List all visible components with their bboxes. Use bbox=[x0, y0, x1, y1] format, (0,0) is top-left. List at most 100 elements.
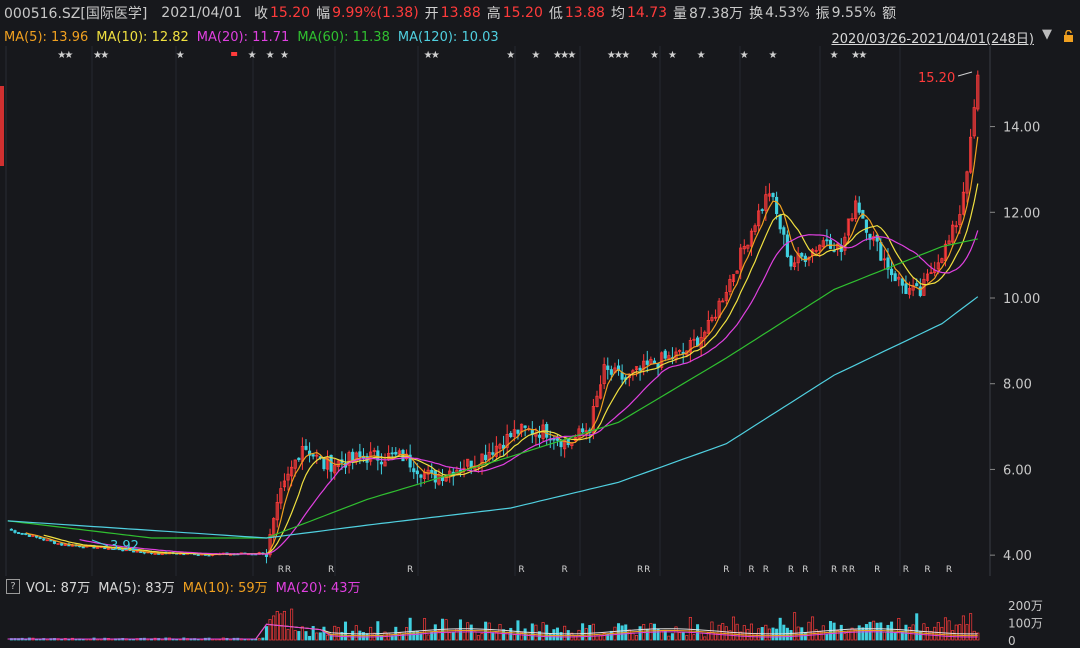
date-range-selector[interactable]: 2020/03/26-2021/04/01(248日) bbox=[831, 28, 1034, 47]
volume-bar bbox=[491, 632, 495, 641]
star-marker: ★ bbox=[280, 50, 289, 61]
volume-bar bbox=[426, 634, 430, 641]
star-marker: ★ bbox=[531, 50, 540, 61]
r-marker: R bbox=[831, 565, 837, 575]
volume-bar bbox=[685, 635, 689, 641]
r-marker: R bbox=[924, 565, 930, 575]
candle-body bbox=[890, 268, 894, 276]
volume-bar bbox=[857, 625, 861, 641]
volume-bar bbox=[444, 619, 448, 641]
candle-body bbox=[38, 537, 42, 540]
volume-bar bbox=[749, 623, 753, 641]
candle-body bbox=[358, 451, 362, 458]
candle-body bbox=[304, 445, 308, 450]
min-price-label: 3.92 bbox=[110, 539, 139, 554]
vol-ma10: MA(10): 59万 bbox=[182, 580, 268, 596]
candle-body bbox=[645, 360, 649, 365]
star-marker: ★ bbox=[506, 50, 515, 61]
volume-bar bbox=[336, 627, 340, 641]
volume-bar bbox=[731, 616, 736, 641]
avg-label: 均 bbox=[610, 6, 625, 22]
high-value: 15.20 bbox=[502, 5, 543, 21]
r-marker: R bbox=[748, 565, 754, 575]
volume-bar bbox=[408, 617, 412, 641]
volume-bar bbox=[343, 621, 348, 641]
candle-body bbox=[60, 543, 64, 546]
ma5-line bbox=[25, 136, 979, 556]
volume-bar bbox=[308, 635, 312, 641]
volume-bar bbox=[257, 638, 261, 641]
candle-body bbox=[430, 469, 434, 474]
candle-body bbox=[879, 242, 883, 261]
volume-bar bbox=[469, 624, 473, 641]
candle-body bbox=[904, 283, 908, 294]
r-marker: R bbox=[874, 565, 880, 575]
volume-bar bbox=[279, 613, 283, 641]
close-value: 15.20 bbox=[270, 5, 311, 21]
price-tick-label: 8.00 bbox=[1003, 378, 1032, 393]
volume-bar bbox=[882, 631, 886, 641]
ma10-legend: MA(10): 12.82 bbox=[96, 29, 189, 45]
volume-bar bbox=[326, 634, 330, 641]
candle-body bbox=[864, 219, 868, 233]
candle-body bbox=[379, 461, 383, 465]
candle-body bbox=[581, 428, 585, 433]
r-marker: R bbox=[842, 565, 848, 575]
low-label: 低 bbox=[548, 6, 563, 22]
volume-bar bbox=[670, 633, 674, 641]
star-marker: ★ bbox=[858, 50, 867, 61]
candle-body bbox=[491, 452, 495, 455]
turnover-value: 4.53% bbox=[765, 5, 810, 21]
volume-bar bbox=[904, 624, 908, 641]
volume-bar bbox=[588, 625, 592, 641]
volume-tick-label: 100万 bbox=[1008, 617, 1043, 631]
volume-bar bbox=[735, 623, 739, 641]
volume-bar bbox=[767, 628, 771, 641]
candle-body bbox=[778, 214, 782, 230]
candle-body bbox=[9, 528, 13, 531]
volume-bar bbox=[458, 619, 462, 641]
volume-value: 87.38万 bbox=[689, 6, 744, 22]
open-value: 13.88 bbox=[440, 5, 481, 21]
price-tick-label: 12.00 bbox=[1003, 206, 1040, 221]
volume-bar bbox=[688, 617, 692, 641]
r-marker: R bbox=[723, 565, 729, 575]
volume-bar bbox=[315, 632, 319, 641]
candle-body bbox=[42, 538, 46, 541]
volume-bar bbox=[451, 632, 455, 641]
volume-bar bbox=[703, 636, 707, 641]
ma60-legend: MA(60): 11.38 bbox=[297, 29, 390, 45]
candle-body bbox=[555, 438, 560, 441]
close-label: 收 bbox=[254, 6, 268, 22]
volume-bars bbox=[7, 608, 980, 641]
candle-body bbox=[900, 278, 904, 286]
help-icon[interactable]: ? bbox=[6, 578, 20, 594]
ma5-legend: MA(5): 13.96 bbox=[4, 29, 89, 45]
volume-bar bbox=[854, 629, 858, 641]
volume-bar bbox=[631, 632, 635, 641]
volume-bar bbox=[775, 628, 779, 641]
chevron-down-icon[interactable]: ▼ bbox=[1042, 27, 1052, 42]
volume-bar bbox=[782, 624, 786, 641]
volume-bar bbox=[591, 623, 595, 641]
volume-bar bbox=[290, 608, 294, 641]
volume-bar bbox=[512, 634, 516, 641]
volume-bar bbox=[678, 632, 682, 641]
change-label: 幅 bbox=[316, 6, 331, 22]
volume-chart: 200万 100万 0 bbox=[7, 599, 1043, 648]
r-marker: R bbox=[763, 565, 769, 575]
volume-bar bbox=[293, 630, 297, 641]
volume-bar bbox=[785, 627, 789, 641]
volume-bar bbox=[354, 625, 358, 641]
volume-bar bbox=[394, 626, 398, 641]
candle-body bbox=[139, 551, 143, 553]
volume-bar bbox=[300, 626, 304, 641]
r-marker: R bbox=[407, 565, 413, 575]
candle-body bbox=[419, 474, 423, 478]
candle-body bbox=[785, 234, 789, 257]
moving-averages bbox=[7, 136, 979, 556]
turnover-label: 换 bbox=[749, 6, 764, 22]
lock-icon[interactable] bbox=[1063, 30, 1074, 42]
red-flag-marker bbox=[231, 52, 238, 56]
volume-bar bbox=[681, 632, 685, 641]
